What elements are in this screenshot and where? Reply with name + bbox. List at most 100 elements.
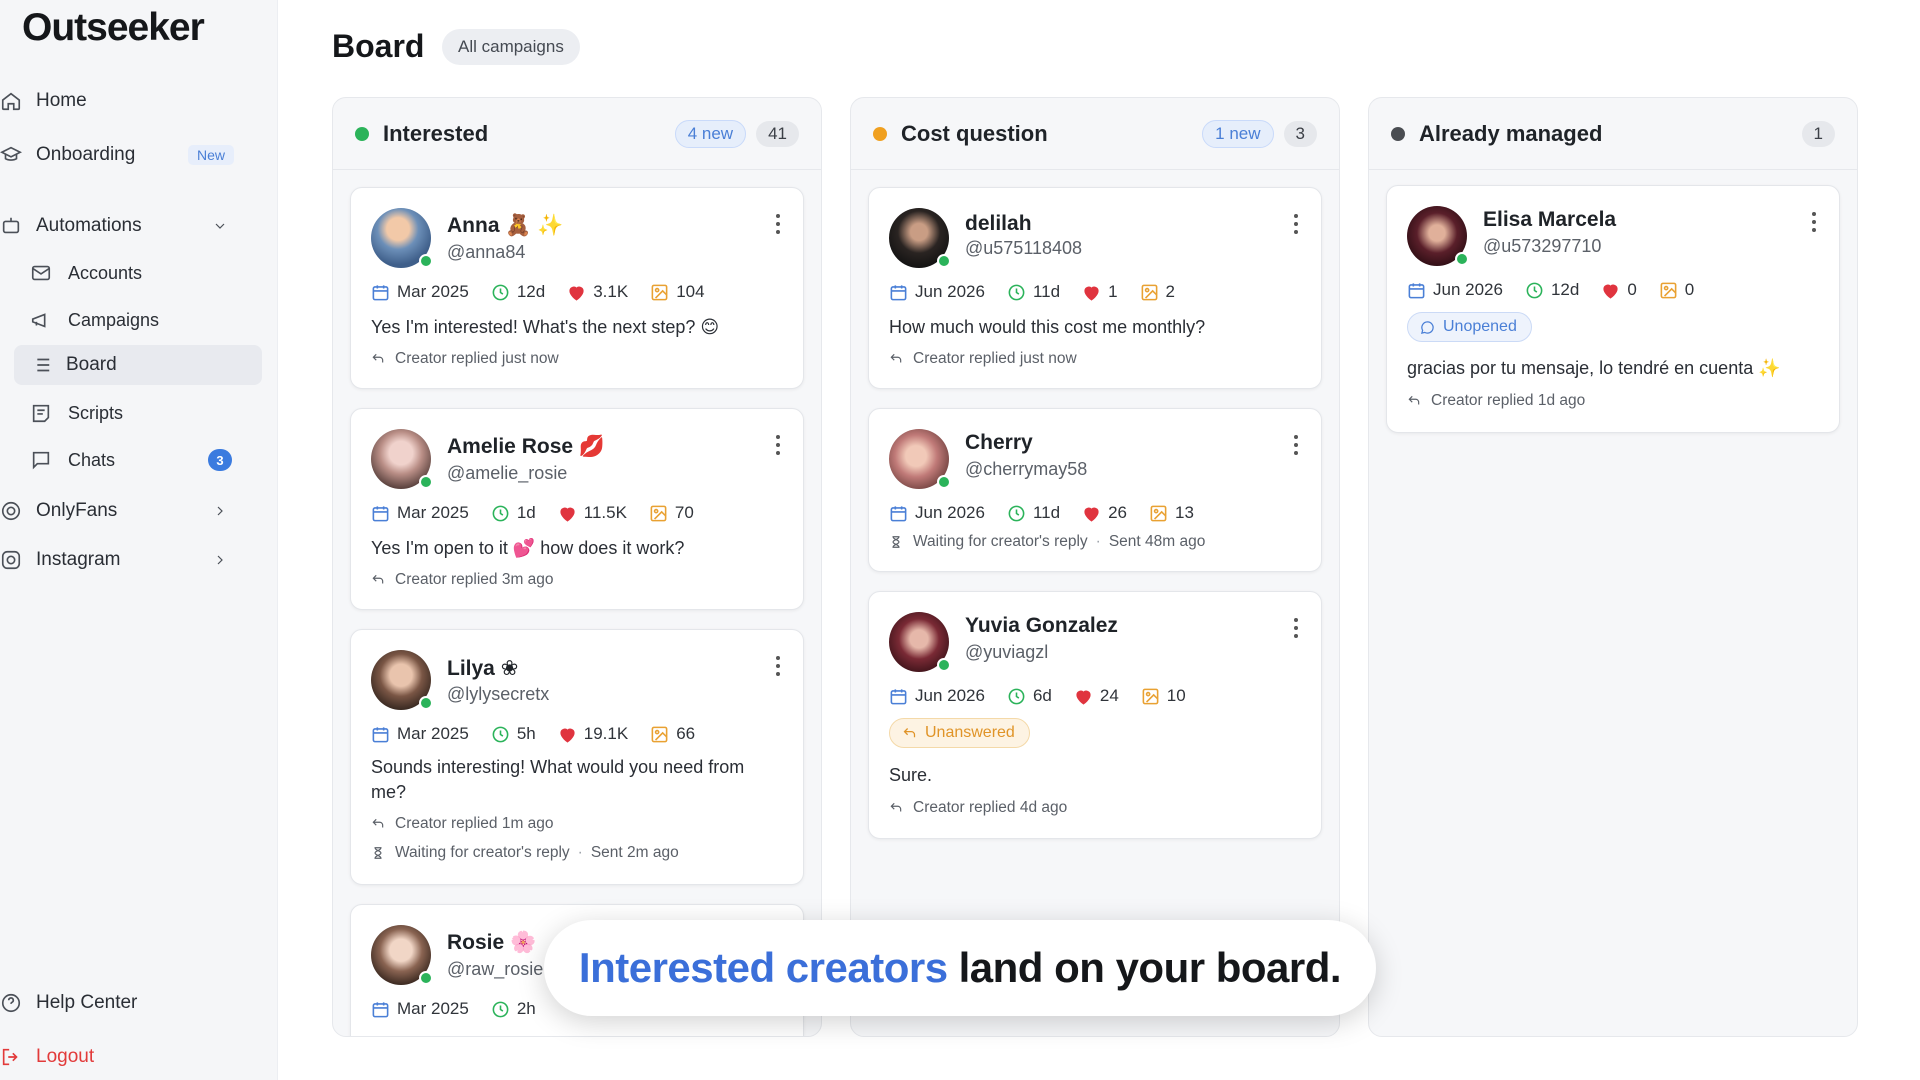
list-icon: [30, 354, 52, 376]
clock-icon: [492, 284, 509, 300]
image-icon: [651, 284, 668, 300]
logout-icon: [0, 1046, 22, 1068]
heart-icon: [1084, 286, 1099, 301]
more-options-icon[interactable]: [1293, 214, 1299, 234]
reply-status: Creator replied just now: [371, 350, 559, 368]
column-header: Already managed 1: [1369, 98, 1857, 170]
nav-help-center[interactable]: Help Center: [0, 983, 262, 1023]
likes: 24: [1074, 686, 1119, 706]
online-indicator: [419, 696, 433, 710]
age: 12d: [1525, 280, 1579, 300]
creator-card[interactable]: Amelie Rose 💋 @amelie_rosie Mar 2025 1d …: [350, 408, 804, 610]
calendar-icon: [890, 284, 907, 300]
reply-status: Creator replied 1m ago: [371, 815, 554, 833]
likes: 1: [1082, 282, 1118, 302]
image-icon: [1150, 505, 1167, 521]
calendar-icon: [372, 505, 389, 521]
more-options-icon[interactable]: [1293, 435, 1299, 455]
app-logo[interactable]: Outseeker: [22, 6, 205, 50]
nav-automations-label: Automations: [36, 215, 142, 236]
chevron-down-icon[interactable]: [212, 218, 228, 234]
creator-handle: @anna84: [447, 242, 526, 262]
nav-chats[interactable]: Chats 3: [30, 440, 262, 480]
creator-handle: @lylysecretx: [447, 684, 550, 704]
join-date: Jun 2026: [889, 503, 985, 523]
nav-help-label: Help Center: [36, 992, 138, 1013]
age: 12d: [491, 282, 545, 302]
heart-icon: [1076, 690, 1091, 705]
nav-instagram-label: Instagram: [36, 549, 121, 570]
creator-handle: @yuviagzl: [965, 642, 1049, 662]
reply-status: Creator replied 1d ago: [1407, 392, 1585, 410]
nav-instagram[interactable]: Instagram: [0, 540, 262, 580]
nav-accounts[interactable]: Accounts: [30, 253, 262, 293]
logout-label: Logout: [36, 1046, 95, 1067]
calendar-icon: [372, 284, 389, 300]
column-header: Cost question 1 new 3: [851, 98, 1339, 170]
creator-card[interactable]: Cherry @cherrymay58 Jun 2026 11d 26 13 W…: [868, 408, 1322, 572]
chat-icon: [30, 449, 52, 471]
nav-home[interactable]: Home: [0, 81, 262, 121]
online-indicator: [937, 475, 951, 489]
total-count-chip: 41: [756, 120, 799, 147]
creator-card[interactable]: Lilya ❀ @lylysecretx Mar 2025 5h 19.1K 6…: [350, 629, 804, 885]
last-message: Yes I'm interested! What's the next step…: [371, 317, 720, 337]
online-indicator: [419, 254, 433, 268]
last-message: Sounds interesting! What would you need …: [371, 757, 745, 802]
more-options-icon[interactable]: [1293, 618, 1299, 638]
creator-name: Amelie Rose 💋: [447, 435, 606, 458]
more-options-icon[interactable]: [775, 214, 781, 234]
chevron-right-icon[interactable]: [212, 503, 228, 519]
promo-caption: Interested creators land on your board.: [544, 920, 1376, 1016]
nav-campaigns[interactable]: Campaigns: [30, 300, 262, 340]
image-icon: [650, 505, 667, 521]
reply-icon: [1408, 395, 1420, 405]
age: 2h: [491, 999, 536, 1019]
more-options-icon[interactable]: [775, 435, 781, 455]
reply-status: Creator replied just now: [889, 350, 1077, 368]
total-count-chip: 3: [1283, 120, 1317, 147]
chevron-right-icon[interactable]: [212, 552, 228, 568]
image-icon: [651, 726, 668, 742]
nav-campaigns-label: Campaigns: [68, 309, 160, 330]
mail-icon: [30, 262, 52, 284]
nav-onlyfans[interactable]: OnlyFans: [0, 491, 262, 531]
script-icon: [30, 402, 52, 424]
clock-icon: [1008, 688, 1025, 704]
creator-stats: Jun 2026 11d 26 13: [889, 503, 1216, 523]
chat-bubble-icon: [1420, 320, 1434, 334]
column-header: Interested 4 new 41: [333, 98, 821, 170]
reply-icon: [372, 353, 384, 363]
creator-card[interactable]: Elisa Marcela @u573297710 Jun 2026 12d 0…: [1386, 185, 1840, 433]
column-already-managed: Already managed 1 Elisa Marcela @u573297…: [1368, 97, 1858, 1037]
media-count: 66: [650, 724, 695, 744]
nav-scripts[interactable]: Scripts: [30, 393, 262, 433]
clock-icon: [1526, 282, 1543, 298]
reply-status: Creator replied 4d ago: [889, 799, 1067, 817]
creator-card[interactable]: Anna 🧸 ✨ @anna84 Mar 2025 12d 3.1K 104 Y…: [350, 187, 804, 389]
nav-onboarding[interactable]: Onboarding New: [0, 135, 262, 175]
media-count: 104: [650, 282, 705, 302]
creator-card[interactable]: delilah @u575118408 Jun 2026 11d 1 2 How…: [868, 187, 1322, 389]
creator-handle: @amelie_rosie: [447, 463, 568, 483]
likes: 3.1K: [567, 282, 628, 302]
nav-board[interactable]: Board: [14, 345, 262, 385]
join-date: Jun 2026: [889, 686, 985, 706]
heart-icon: [560, 728, 575, 743]
waiting-status: Waiting for creator's reply · Sent 2m ag…: [371, 844, 679, 862]
more-options-icon[interactable]: [775, 656, 781, 676]
creator-name: Elisa Marcela: [1483, 208, 1617, 231]
more-options-icon[interactable]: [1811, 212, 1817, 232]
age: 1d: [491, 503, 536, 523]
nav-automations[interactable]: Automations: [0, 206, 262, 246]
logout-button[interactable]: Logout: [0, 1037, 262, 1077]
graduation-cap-icon: [0, 144, 22, 166]
creator-card[interactable]: Yuvia Gonzalez @yuviagzl Jun 2026 6d 24 …: [868, 591, 1322, 839]
status-dot: [873, 126, 887, 141]
campaign-filter[interactable]: All campaigns: [442, 29, 580, 65]
creator-name: Rosie 🌸: [447, 931, 537, 954]
nav-scripts-label: Scripts: [68, 402, 124, 423]
column-interested: Interested 4 new 41 Anna 🧸 ✨ @anna84 Mar…: [332, 97, 822, 1037]
page-title: Board: [332, 28, 425, 64]
likes: 0: [1601, 280, 1637, 300]
